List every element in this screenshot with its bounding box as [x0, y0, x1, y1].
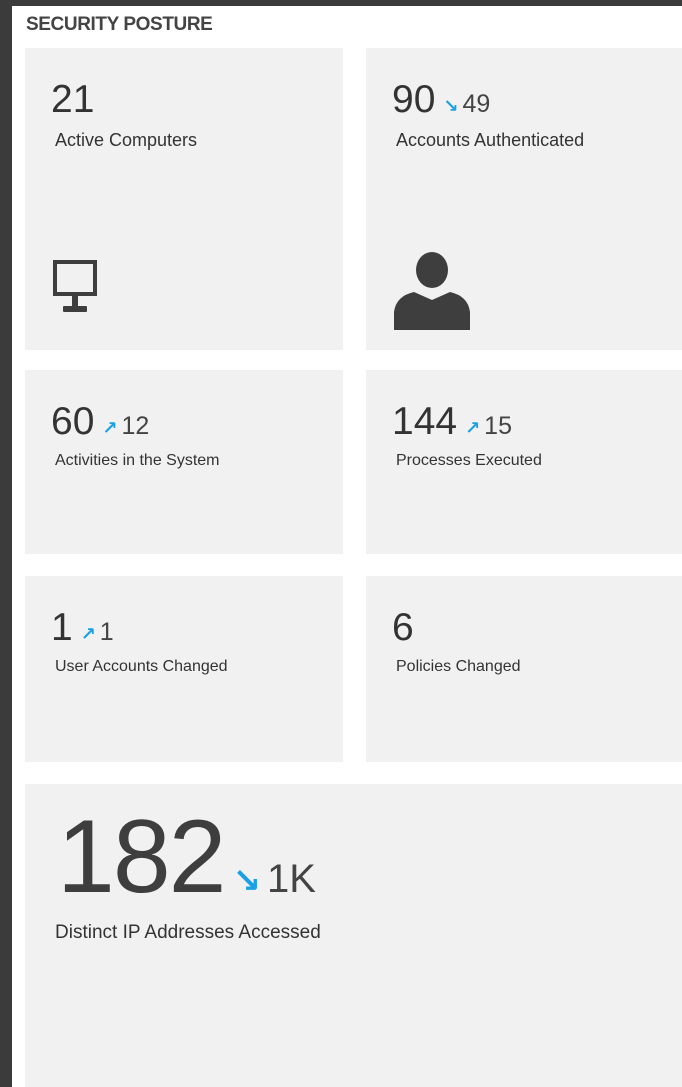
arrow-up-icon: ↗ — [80, 624, 96, 644]
metric: 1 ↗ 1 — [51, 606, 114, 650]
tile-accounts-authenticated[interactable]: 90 ↘ 49 Accounts Authenticated — [366, 48, 682, 350]
metric: 182 ↘ 1K — [57, 798, 316, 917]
metric-value: 90 — [392, 78, 436, 121]
delta-value: 15 — [484, 412, 512, 440]
metric-label: Activities in the System — [55, 452, 220, 469]
tile-policies-changed[interactable]: 6 Policies Changed — [366, 576, 682, 762]
metric-value: 6 — [392, 606, 414, 649]
metric: 6 — [392, 606, 414, 650]
metric-label: Processes Executed — [396, 452, 542, 469]
metric-label: Distinct IP Addresses Accessed — [55, 922, 321, 943]
trend-delta: ↘ 49 — [443, 90, 490, 119]
monitor-icon — [53, 260, 97, 331]
user-icon — [392, 250, 472, 335]
security-posture-panel: SECURITY POSTURE 21 Active Computers 90 … — [12, 6, 682, 1087]
arrow-up-icon: ↗ — [465, 418, 481, 438]
delta-value: 12 — [121, 412, 150, 440]
section-title: SECURITY POSTURE — [26, 14, 213, 35]
delta-value: 49 — [462, 90, 491, 118]
tile-distinct-ip-addresses[interactable]: 182 ↘ 1K Distinct IP Addresses Accessed — [25, 784, 682, 1087]
metric-value: 182 — [57, 799, 227, 915]
metric-value: 144 — [392, 400, 458, 443]
tile-active-computers[interactable]: 21 Active Computers — [25, 48, 343, 350]
trend-delta: ↗ 15 — [465, 412, 512, 441]
tile-processes[interactable]: 144 ↗ 15 Processes Executed — [366, 370, 682, 554]
trend-delta: ↗ 12 — [102, 412, 149, 441]
tile-activities[interactable]: 60 ↗ 12 Activities in the System — [25, 370, 343, 554]
trend-delta: ↗ 1 — [81, 618, 114, 647]
metric-value: 21 — [51, 78, 95, 121]
metric-value: 1 — [51, 606, 73, 649]
metric: 21 — [51, 78, 94, 122]
metric-label: Accounts Authenticated — [396, 130, 585, 150]
metric: 60 ↗ 12 — [51, 400, 149, 444]
metric-label: User Accounts Changed — [55, 658, 228, 675]
metric: 144 ↗ 15 — [392, 400, 512, 444]
arrow-down-icon: ↘ — [232, 862, 262, 900]
arrow-up-icon: ↗ — [102, 418, 118, 438]
metric-label: Active Computers — [55, 130, 198, 150]
arrow-down-icon: ↘ — [443, 96, 459, 116]
metric-label: Policies Changed — [396, 658, 521, 675]
trend-delta: ↘ 1K — [233, 857, 316, 902]
metric-value: 60 — [51, 400, 95, 443]
delta-value: 1K — [267, 857, 316, 901]
tile-user-accounts-changed[interactable]: 1 ↗ 1 User Accounts Changed — [25, 576, 343, 762]
delta-value: 1 — [99, 618, 114, 646]
metric: 90 ↘ 49 — [392, 78, 490, 122]
